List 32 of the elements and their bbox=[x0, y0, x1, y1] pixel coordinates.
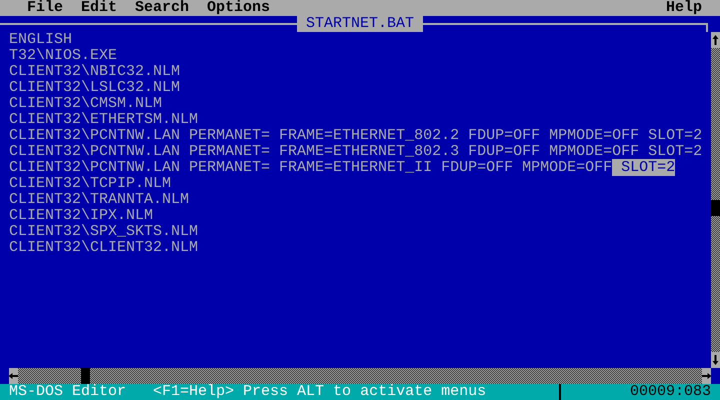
code-line: CLIENT32\CLIENT32.NLM bbox=[9, 240, 200, 256]
code-line: ENGLISH bbox=[9, 32, 74, 48]
code-line: CLIENT32\IPX.NLM bbox=[9, 208, 154, 224]
left-arrow-icon[interactable] bbox=[9, 370, 18, 382]
code-line: CLIENT32\PCNTNW.LAN PERMANET= FRAME=ETHERNET_II FDUP=OFF MPMODE=OFF SLOT=2 bbox=[9, 160, 676, 176]
code-line: CLIENT32\TRANNTA.NLM bbox=[9, 192, 190, 208]
horizontal-scrollbar[interactable] bbox=[9, 368, 711, 384]
vertical-scrollbar[interactable] bbox=[711, 32, 720, 368]
cursor-position: 00009:083 bbox=[628, 384, 712, 400]
code-line: CLIENT32\NBIC32.NLM bbox=[9, 64, 182, 80]
code-line: CLIENT32\LSLC32.NLM bbox=[9, 80, 182, 96]
right-arrow-icon[interactable] bbox=[702, 370, 711, 382]
scroll-thumb[interactable] bbox=[81, 368, 90, 384]
menu-item[interactable]: Help bbox=[666, 0, 702, 16]
up-arrow-icon[interactable] bbox=[711, 34, 720, 46]
status-hint: <F1=Help> Press ALT to activate menus bbox=[153, 384, 486, 400]
selected-text: SLOT=2 bbox=[612, 159, 676, 176]
file-title: STARTNET.BAT bbox=[296, 16, 424, 32]
menu-item[interactable]: File bbox=[27, 0, 64, 16]
menu-item[interactable]: Options bbox=[207, 0, 270, 16]
code-line: CLIENT32\PCNTNW.LAN PERMANET= FRAME=ETHERNET_802.2 FDUP=OFF MPMODE=OFF SLOT=2 bbox=[9, 128, 704, 144]
menu-item[interactable]: Edit bbox=[81, 0, 118, 16]
code-line: T32\NIOS.EXE bbox=[9, 48, 118, 64]
app-name: MS-DOS Editor bbox=[8, 384, 126, 400]
down-arrow-icon[interactable] bbox=[711, 354, 720, 366]
code-line: CLIENT32\ETHERTSM.NLM bbox=[9, 112, 200, 128]
scroll-thumb[interactable] bbox=[711, 200, 720, 216]
code-line: CLIENT32\TCPIP.NLM bbox=[9, 176, 172, 192]
menu-item[interactable]: Search bbox=[135, 0, 190, 16]
code-line: CLIENT32\CMSM.NLM bbox=[9, 96, 164, 112]
code-line: CLIENT32\PCNTNW.LAN PERMANET= FRAME=ETHERNET_802.3 FDUP=OFF MPMODE=OFF SLOT=2 bbox=[9, 144, 704, 160]
code-line: CLIENT32\SPX_SKTS.NLM bbox=[9, 224, 200, 240]
